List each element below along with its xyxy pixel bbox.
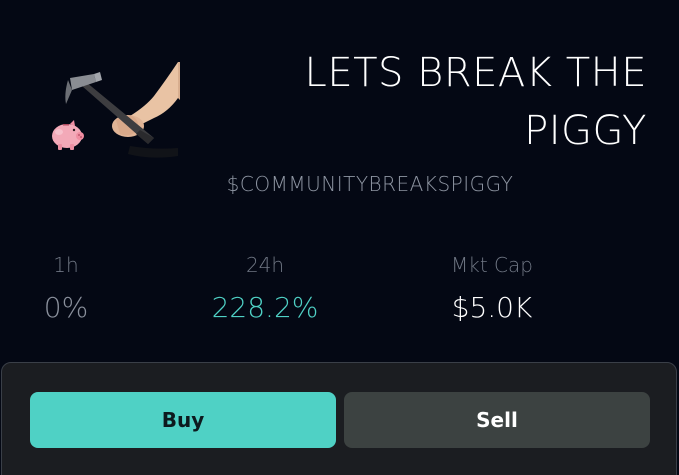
token-page: LETS BREAK THE PIGGY $COMMUNITYBREAKSPIG… — [0, 0, 679, 475]
piggy-bank-hammer-icon — [52, 62, 180, 158]
token-image — [50, 60, 180, 160]
stat-market-cap-value: $5.0K — [451, 291, 533, 324]
stat-change-24h-label: 24h — [245, 253, 285, 277]
buy-button[interactable]: Buy — [30, 392, 336, 448]
stat-change-24h-value: 228.2% — [211, 291, 319, 324]
stat-change-1h-value: 0% — [43, 291, 89, 324]
token-name-line-2: PIGGY — [524, 108, 647, 154]
stat-change-1h-label: 1h — [53, 253, 79, 277]
sell-button[interactable]: Sell — [344, 392, 650, 448]
stat-change-24h: 24h 228.2% — [175, 250, 355, 330]
token-name-line-1: LETS BREAK THE — [304, 50, 647, 96]
stat-market-cap-label: Mkt Cap — [451, 253, 533, 277]
stat-market-cap: Mkt Cap $5.0K — [402, 250, 582, 330]
trade-panel: Buy Sell — [1, 362, 677, 475]
stat-change-1h: 1h 0% — [0, 250, 156, 330]
token-name: LETS BREAK THE PIGGY — [227, 44, 647, 160]
token-ticker: $COMMUNITYBREAKSPIGGY — [226, 172, 514, 196]
